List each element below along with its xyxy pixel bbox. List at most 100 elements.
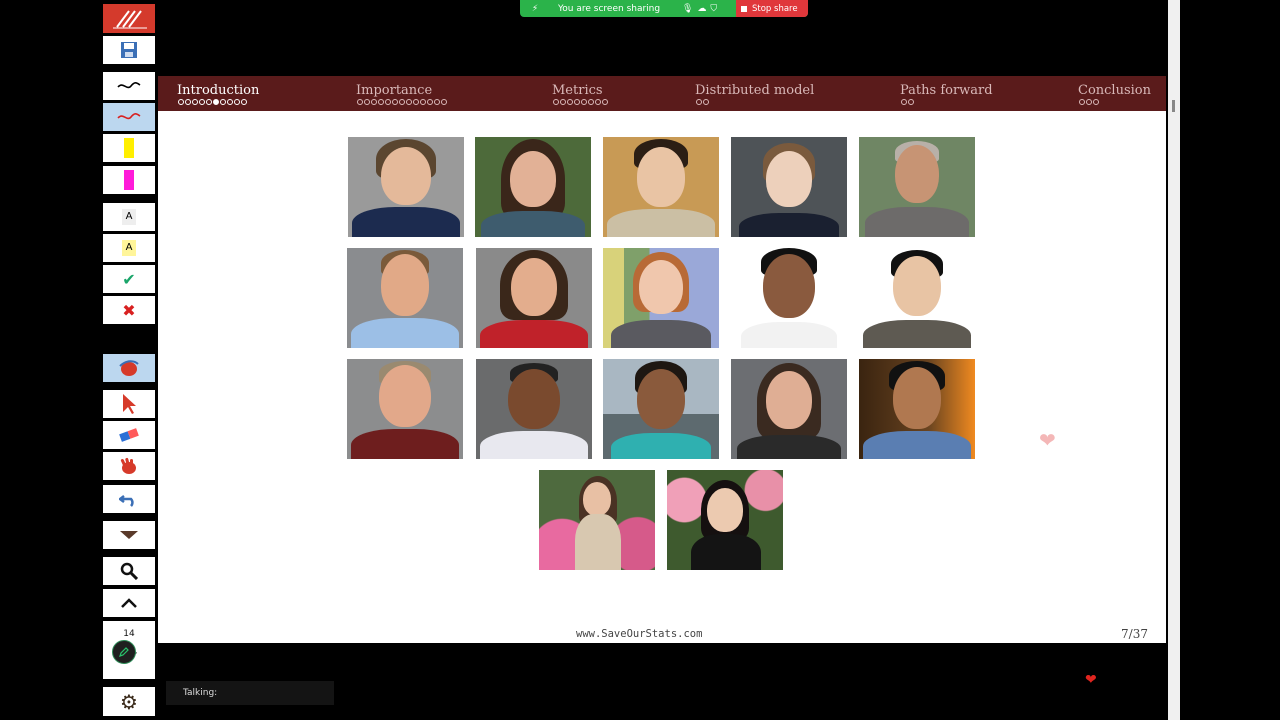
portrait-photo [731,359,847,459]
nav-frame-dot[interactable] [553,99,559,105]
nav-frame-dot[interactable] [234,99,240,105]
nav-dots-introduction[interactable] [178,98,248,107]
nav-frame-dot[interactable] [406,99,412,105]
nav-frame-dot[interactable] [560,99,566,105]
stop-share-label: Stop share [752,3,798,14]
talking-label: Talking: [183,688,218,698]
share-controls-icons[interactable]: 🎙☁⛉ [682,4,721,14]
nav-frame-dot[interactable] [241,99,247,105]
portrait-photo [859,137,975,237]
nav-frame-dot[interactable] [567,99,573,105]
heart-reaction-icon: ❤ [1039,428,1056,452]
portrait-photo [539,470,655,570]
nav-section-metrics[interactable]: Metrics [552,83,603,98]
nav-frame-dot[interactable] [696,99,702,105]
footer-url: www.SaveOurStats.com [576,628,703,640]
nav-frame-dot[interactable] [199,99,205,105]
nav-dots-importance[interactable] [357,98,448,107]
app-logo-icon[interactable] [103,4,155,33]
nav-frame-dot[interactable] [595,99,601,105]
portrait-photo [603,248,719,348]
nav-dots-metrics[interactable] [553,98,609,107]
highlighter-magenta-icon[interactable] [103,166,155,194]
nav-frame-dot[interactable] [392,99,398,105]
nav-section-distributed-model[interactable]: Distributed model [695,83,814,98]
nav-frame-dot[interactable] [434,99,440,105]
share-status-icon: ⚡ [531,3,539,14]
nav-frame-dot[interactable] [420,99,426,105]
nav-frame-dot[interactable] [192,99,198,105]
nav-frame-dot[interactable] [220,99,226,105]
nav-frame-dot[interactable] [441,99,447,105]
nav-frame-dot[interactable] [703,99,709,105]
nav-frame-dot[interactable] [581,99,587,105]
nav-frame-dot[interactable] [1086,99,1092,105]
nav-frame-dot[interactable] [178,99,184,105]
vertical-scrollbar[interactable] [1168,0,1180,720]
portrait-photo [667,470,783,570]
nav-dots-conclusion[interactable] [1079,98,1100,107]
checkmark-icon[interactable]: ✔ [103,265,155,293]
nav-section-importance[interactable]: Importance [356,83,432,98]
portrait-photo [476,248,592,348]
undo-icon[interactable] [103,485,155,513]
nav-frame-dot[interactable] [385,99,391,105]
nav-frame-dot[interactable] [1079,99,1085,105]
chevron-up-icon[interactable] [103,589,155,617]
nav-section-conclusion[interactable]: Conclusion [1078,83,1151,98]
nav-frame-dot[interactable] [588,99,594,105]
cross-icon[interactable]: ✖ [103,296,155,324]
portrait-photo [859,248,975,348]
pointer-arrow-icon[interactable] [103,390,155,418]
save-icon[interactable] [103,36,155,64]
edit-pencil-icon[interactable] [112,640,136,664]
nav-frame-dot[interactable] [213,99,219,105]
nav-dots-distributed-model[interactable] [696,98,710,107]
slide-page-number: 7/37 [1121,627,1148,641]
eraser-icon[interactable] [103,421,155,449]
nav-frame-dot[interactable] [1093,99,1099,105]
portrait-photo [603,137,719,237]
nav-frame-dot[interactable] [378,99,384,105]
portrait-photo [347,359,463,459]
pen-black-icon[interactable] [103,72,155,100]
nav-frame-dot[interactable] [574,99,580,105]
portrait-photo [475,137,591,237]
portrait-photo [731,248,847,348]
nav-frame-dot[interactable] [185,99,191,105]
text-highlight-icon[interactable]: A [103,234,155,262]
nav-frame-dot[interactable] [602,99,608,105]
nav-frame-dot[interactable] [227,99,233,105]
stop-share-button[interactable]: Stop share [736,0,808,17]
nav-frame-dot[interactable] [371,99,377,105]
nav-frame-dot[interactable] [901,99,907,105]
hand-icon[interactable] [103,452,155,480]
nav-frame-dot[interactable] [413,99,419,105]
screen-share-bar: ⚡ You are screen sharing 🎙☁⛉ Stop share [520,0,808,17]
nav-dots-paths-forward[interactable] [901,98,915,107]
heart-reaction-icon: ❤ [1085,672,1097,688]
scrollbar-thumb[interactable] [1172,100,1175,112]
nav-frame-dot[interactable] [427,99,433,105]
nav-frame-dot[interactable] [206,99,212,105]
nav-section-paths-forward[interactable]: Paths forward [900,83,993,98]
nav-frame-dot[interactable] [399,99,405,105]
nav-section-introduction[interactable]: Introduction [177,83,259,98]
portrait-photo [476,359,592,459]
text-tool-icon[interactable]: A [103,203,155,231]
pen-red-icon[interactable] [103,103,155,131]
laser-hand-icon[interactable] [103,354,155,382]
portrait-photo [348,137,464,237]
settings-gear-icon[interactable]: ⚙ [103,687,155,716]
portrait-photo [859,359,975,459]
portrait-photo [347,248,463,348]
highlighter-yellow-icon[interactable] [103,134,155,162]
zoom-icon[interactable] [103,557,155,585]
nav-frame-dot[interactable] [357,99,363,105]
dropdown-triangle-icon[interactable] [103,521,155,549]
nav-frame-dot[interactable] [908,99,914,105]
talking-indicator: Talking: [166,681,334,705]
portrait-photo [731,137,847,237]
nav-frame-dot[interactable] [364,99,370,105]
share-status-text: You are screen sharing [558,3,661,14]
